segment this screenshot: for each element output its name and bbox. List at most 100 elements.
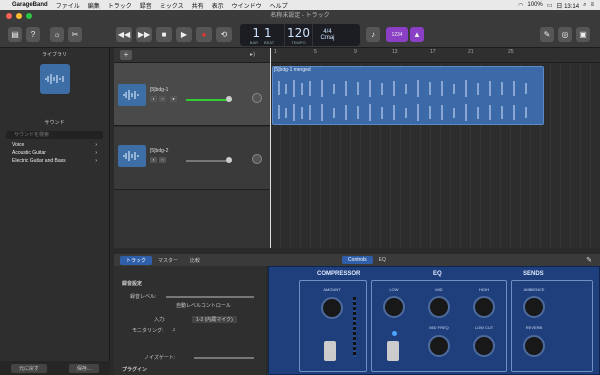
minimize-icon[interactable] <box>16 13 22 19</box>
playhead[interactable] <box>270 48 271 248</box>
library-button[interactable]: ▤ <box>8 27 22 42</box>
monitoring-label: モニタリング: <box>132 328 164 334</box>
catch-playhead-icon[interactable]: ▸⟩ <box>250 51 255 58</box>
cycle-button[interactable]: ⟲ <box>216 27 232 42</box>
lcd-beat-label: BEAT <box>264 39 275 45</box>
play-icon: ▶ <box>180 30 188 39</box>
category-acoustic-guitar[interactable]: Acoustic Guitar › <box>0 149 109 157</box>
media-browser-button[interactable]: ▣ <box>576 27 590 42</box>
plugins-header[interactable]: プラグイン <box>122 366 147 373</box>
menu-help[interactable]: ヘルプ <box>266 1 292 10</box>
menu-mix[interactable]: ミックス <box>156 1 188 10</box>
audio-region[interactable] <box>272 66 544 125</box>
reverb-knob[interactable] <box>523 335 545 357</box>
loop-browser-button[interactable]: ◎ <box>558 27 572 42</box>
clock[interactable]: 日 13:14 <box>556 1 579 10</box>
stop-icon: ■ <box>161 30 167 39</box>
timeline-ruler[interactable]: 1 5 9 13 17 21 25 <box>270 48 600 63</box>
tab-master[interactable]: マスター <box>152 256 184 265</box>
pan-knob[interactable] <box>252 154 262 164</box>
track-row[interactable]: [5]bdg-2 ◖ ∩ <box>114 127 270 190</box>
rec-level-label: 録音レベル: <box>130 294 157 300</box>
save-button[interactable]: 保存... <box>68 363 100 373</box>
noise-gate-slider[interactable] <box>194 357 254 359</box>
play-button[interactable]: ▶ <box>176 27 192 42</box>
rec-level-slider[interactable] <box>166 296 254 298</box>
rewind-button[interactable]: ◀◀ <box>116 27 132 42</box>
menu-list-icon[interactable]: ≡ <box>590 2 594 8</box>
wifi-icon[interactable]: ◠ <box>518 2 523 9</box>
high-knob[interactable] <box>473 296 495 318</box>
stop-button[interactable]: ■ <box>156 27 172 42</box>
ambience-knob[interactable] <box>523 296 545 318</box>
help-button[interactable]: ? <box>26 27 40 42</box>
close-icon[interactable] <box>6 13 12 19</box>
add-track-icon[interactable]: + <box>120 50 132 60</box>
pencil-icon[interactable]: ✎ <box>586 256 592 264</box>
chevron-right-icon: › <box>95 158 97 164</box>
record-button[interactable]: ● <box>196 27 212 42</box>
menu-track[interactable]: トラック <box>104 1 136 10</box>
track-row[interactable]: [5]bdg-1 ◖ ∩ ● <box>114 63 270 126</box>
editors-button[interactable]: ✂ <box>68 27 82 42</box>
category-electric-guitar[interactable]: Electric Guitar and Bass › <box>0 157 109 165</box>
tab-eq[interactable]: EQ <box>373 256 392 264</box>
auto-level-checkbox[interactable]: 自動レベルコントロール <box>176 302 231 309</box>
notepad-button[interactable]: ✎ <box>540 27 554 42</box>
lcd-key: Cmaj <box>320 35 335 41</box>
low-cut-knob[interactable] <box>473 335 495 357</box>
lcd-display[interactable]: 11 BAR BEAT 120 TEMPO 4/4 Cmaj <box>240 24 360 46</box>
volume-knob[interactable] <box>226 157 232 163</box>
headphones-icon[interactable]: ∩ <box>159 157 166 163</box>
menu-edit[interactable]: 編集 <box>84 1 104 10</box>
mid-freq-knob[interactable] <box>428 335 450 357</box>
waveform-icon <box>118 145 146 167</box>
fast-forward-button[interactable]: ▶▶ <box>136 27 152 42</box>
region-title: [5]bdg-1 merged <box>274 67 311 73</box>
smart-controls-panel: COMPRESSOR EQ SENDS AMOUNT LOW MID HIGH … <box>268 266 600 375</box>
lcd-beat: 1 <box>264 25 272 40</box>
chevron-right-icon: › <box>95 150 97 156</box>
mid-knob[interactable] <box>428 296 450 318</box>
menu-record[interactable]: 録音 <box>136 1 156 10</box>
amount-knob[interactable] <box>321 297 343 319</box>
battery-icon[interactable]: ▭ <box>547 2 553 9</box>
ruler-tick: 5 <box>314 49 317 55</box>
tab-track[interactable]: トラック <box>120 255 153 265</box>
tab-controls[interactable]: Controls <box>342 256 373 264</box>
menu-share[interactable]: 共有 <box>188 1 208 10</box>
eq-toggle[interactable] <box>387 341 399 361</box>
mute-icon[interactable]: ◖ <box>150 96 157 102</box>
search-icon[interactable]: ⌕ <box>583 2 586 9</box>
count-in-button[interactable]: 1234 <box>386 27 408 42</box>
headphones-icon[interactable]: ∩ <box>159 96 166 102</box>
low-knob[interactable] <box>383 296 405 318</box>
mute-icon[interactable]: ◖ <box>150 157 157 163</box>
monitoring-icon[interactable]: ♫ <box>172 327 176 333</box>
tuner-button[interactable]: ♪ <box>366 27 380 42</box>
revert-button[interactable]: 元に戻す <box>10 363 47 373</box>
app-menu[interactable]: GarageBand <box>8 2 52 8</box>
pan-knob[interactable] <box>252 93 262 103</box>
compressor-toggle[interactable] <box>324 341 336 361</box>
rec-settings-header[interactable]: 録音設定 <box>122 280 142 287</box>
ambience-label: AMBIENCE <box>523 287 545 292</box>
zoom-icon[interactable] <box>26 13 32 19</box>
noise-gate-label: ノイズゲート: <box>144 355 176 361</box>
menu-window[interactable]: ウインドウ <box>228 1 266 10</box>
menu-view[interactable]: 表示 <box>208 1 228 10</box>
volume-knob[interactable] <box>226 96 232 102</box>
input-select[interactable]: 1-2 (内蔵マイク) <box>192 316 237 323</box>
record-enable-icon[interactable]: ● <box>170 96 177 102</box>
scissors-icon: ✂ <box>71 30 79 39</box>
title-bar: 名称未設定 - トラック <box>0 10 600 22</box>
smart-controls-button[interactable]: ☼ <box>50 27 64 42</box>
sound-search-input[interactable]: サウンドを検索 <box>6 131 103 139</box>
mid-label: MID <box>435 287 443 292</box>
metronome-button[interactable]: ▲ <box>410 27 424 42</box>
menu-file[interactable]: ファイル <box>52 1 84 10</box>
record-icon: ● <box>201 30 207 39</box>
ruler-tick: 25 <box>508 49 514 55</box>
category-voice[interactable]: Voice › <box>0 141 109 149</box>
tab-compare[interactable]: 比較 <box>184 256 206 265</box>
